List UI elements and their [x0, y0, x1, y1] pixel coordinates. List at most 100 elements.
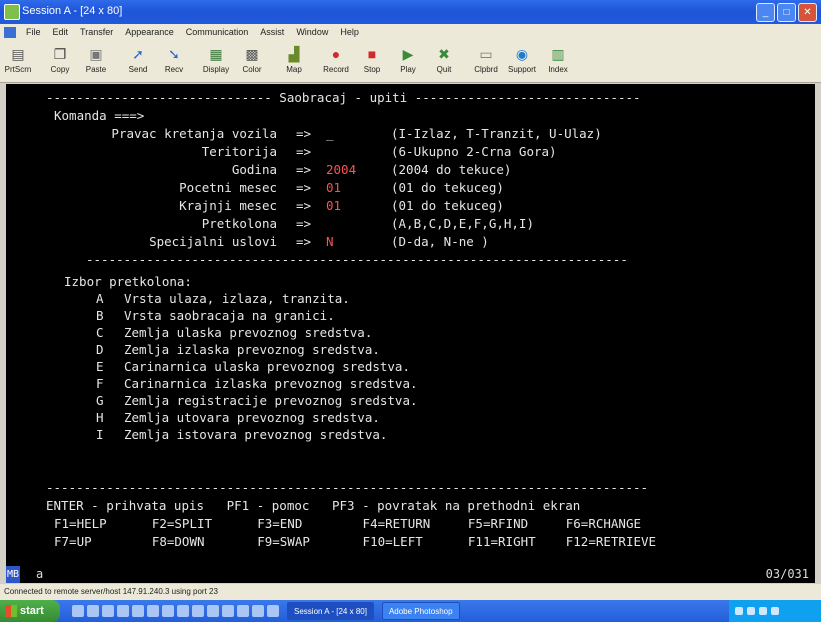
tray-icon[interactable]: [747, 607, 755, 615]
tray-icon[interactable]: [759, 607, 767, 615]
maximize-button[interactable]: □: [777, 3, 796, 22]
field-hint-pretkolona: (A,B,C,D,E,F,G,H,I): [391, 216, 534, 231]
menu-file[interactable]: File: [20, 27, 47, 37]
toolbar-label: Index: [548, 65, 568, 74]
bottom-separator: ----------------------------------------…: [46, 480, 649, 495]
toolbar-stop-button[interactable]: ■ Stop: [354, 40, 390, 82]
menu-help[interactable]: Help: [334, 27, 365, 37]
field-input-godina[interactable]: 2004: [326, 162, 356, 178]
izbor-key: H: [96, 410, 104, 425]
field-label-pretkolona: Pretkolona: [201, 216, 277, 231]
quick-launch-icon[interactable]: [147, 605, 159, 617]
taskbar-item-session[interactable]: Session A - [24 x 80]: [287, 602, 374, 620]
field-input-pravac[interactable]: _: [326, 126, 334, 142]
toolbar-label: Quit: [436, 65, 452, 74]
izbor-text: Zemlja ulaska prevoznog sredstva.: [124, 325, 373, 340]
toolbar-clipboard-button[interactable]: ▭ Clpbrd: [468, 40, 504, 82]
operator-status-line: MB a 03/031: [6, 566, 815, 583]
menu-communication[interactable]: Communication: [180, 27, 255, 37]
toolbar-label: Recv: [164, 65, 184, 74]
tray-icon[interactable]: [771, 607, 779, 615]
quick-launch-icon[interactable]: [222, 605, 234, 617]
toolbar-send-button[interactable]: ➚ Send: [120, 40, 156, 82]
quick-launch-icon[interactable]: [237, 605, 249, 617]
field-input-pocetni-mesec[interactable]: 01: [326, 180, 341, 196]
field-label-pocetni-mesec: Pocetni mesec: [179, 180, 277, 195]
menu-edit[interactable]: Edit: [47, 27, 75, 37]
toolbar-label: Display: [202, 65, 230, 74]
toolbar-record-button[interactable]: ● Record: [318, 40, 354, 82]
quick-launch-icon[interactable]: [177, 605, 189, 617]
message-indicator: MB: [6, 566, 20, 583]
field-hint-teritorija: (6-Ukupno 2-Crna Gora): [391, 144, 557, 159]
receive-icon: ➘: [168, 46, 180, 62]
field-label-teritorija: Teritorija: [201, 144, 277, 159]
field-input-krajnji-mesec[interactable]: 01: [326, 198, 341, 214]
izbor-text: Zemlja istovara prevoznog sredstva.: [124, 427, 388, 442]
quick-launch: [72, 605, 279, 617]
field-arrow: =>: [296, 216, 312, 231]
printer-icon: ▤: [11, 46, 25, 62]
toolbar-receive-button[interactable]: ➘ Recv: [156, 40, 192, 82]
field-arrow: =>: [296, 162, 312, 177]
quick-launch-icon[interactable]: [102, 605, 114, 617]
app-icon[interactable]: [4, 4, 20, 20]
pf-keys-row-2[interactable]: F7=UP F8=DOWN F9=SWAP F10=LEFT F11=RIGHT…: [54, 534, 656, 550]
quick-launch-icon[interactable]: [132, 605, 144, 617]
system-menu-icon[interactable]: [4, 26, 16, 38]
quick-launch-icon[interactable]: [87, 605, 99, 617]
toolbar-color-button[interactable]: ▩ Color: [234, 40, 270, 82]
quick-launch-icon[interactable]: [252, 605, 264, 617]
menu-transfer[interactable]: Transfer: [74, 27, 119, 37]
toolbar-paste-button[interactable]: ▣ Paste: [78, 40, 114, 82]
quick-launch-icon[interactable]: [162, 605, 174, 617]
toolbar-label: Stop: [363, 65, 381, 74]
menu-appearance[interactable]: Appearance: [119, 27, 180, 37]
menu-bar: File Edit Transfer Appearance Communicat…: [0, 24, 821, 40]
close-button[interactable]: ✕: [798, 3, 817, 22]
field-hint-specijalni-uslovi: (D-da, N-ne ): [391, 234, 489, 249]
toolbar-index-button[interactable]: ▥ Index: [540, 40, 576, 82]
izbor-text: Zemlja utovara prevoznog sredstva.: [124, 410, 380, 425]
toolbar-display-button[interactable]: ▦ Display: [198, 40, 234, 82]
send-icon: ➚: [132, 46, 144, 62]
quick-launch-icon[interactable]: [192, 605, 204, 617]
field-arrow: =>: [296, 234, 312, 249]
field-label-godina: Godina: [231, 162, 277, 177]
field-arrow: =>: [296, 126, 312, 141]
field-hint-godina: (2004 do tekuce): [391, 162, 512, 177]
menu-assist[interactable]: Assist: [254, 27, 290, 37]
toolbar-support-button[interactable]: ◉ Support: [504, 40, 540, 82]
terminal-screen[interactable]: ------------------------------ Saobracaj…: [6, 84, 815, 566]
toolbar-play-button[interactable]: ▶ Play: [390, 40, 426, 82]
pf-keys-row-1[interactable]: F1=HELP F2=SPLIT F3=END F4=RETURN F5=RFI…: [54, 516, 641, 532]
quick-launch-icon[interactable]: [72, 605, 84, 617]
field-label-pravac: Pravac kretanja vozila: [111, 126, 277, 141]
minimize-button[interactable]: _: [756, 3, 775, 22]
field-label-specijalni-uslovi: Specijalni uslovi: [149, 234, 277, 249]
clipboard-icon: ▭: [479, 46, 493, 62]
quick-launch-icon[interactable]: [117, 605, 129, 617]
menu-window[interactable]: Window: [290, 27, 334, 37]
tray-icon[interactable]: [735, 607, 743, 615]
field-arrow: =>: [296, 144, 312, 159]
toolbar-label: Send: [128, 65, 148, 74]
quick-launch-icon[interactable]: [267, 605, 279, 617]
field-hint-pocetni-mesec: (01 do tekuceg): [391, 180, 504, 195]
field-label-krajnji-mesec: Krajnji mesec: [179, 198, 277, 213]
toolbar-map-button[interactable]: ▟ Map: [276, 40, 312, 82]
system-tray: [729, 600, 821, 622]
cursor-position: 03/031: [765, 567, 809, 581]
enter-help-line: ENTER - prihvata upis PF1 - pomoc PF3 - …: [46, 498, 581, 513]
start-button[interactable]: start: [0, 600, 60, 622]
toolbar-quit-button[interactable]: ✖ Quit: [426, 40, 462, 82]
taskbar-item-photoshop[interactable]: Adobe Photoshop: [381, 602, 460, 620]
toolbar-label: Paste: [85, 65, 107, 74]
quick-launch-icon[interactable]: [207, 605, 219, 617]
command-input[interactable]: [166, 108, 670, 125]
izbor-text: Carinarnica ulaska prevoznog sredstva.: [124, 359, 410, 374]
toolbar-printscreen-button[interactable]: ▤ PrtScrn: [0, 40, 36, 82]
toolbar-copy-button[interactable]: ❐ Copy: [42, 40, 78, 82]
toolbar-label: Record: [323, 65, 349, 74]
field-input-specijalni-uslovi[interactable]: N: [326, 234, 334, 250]
